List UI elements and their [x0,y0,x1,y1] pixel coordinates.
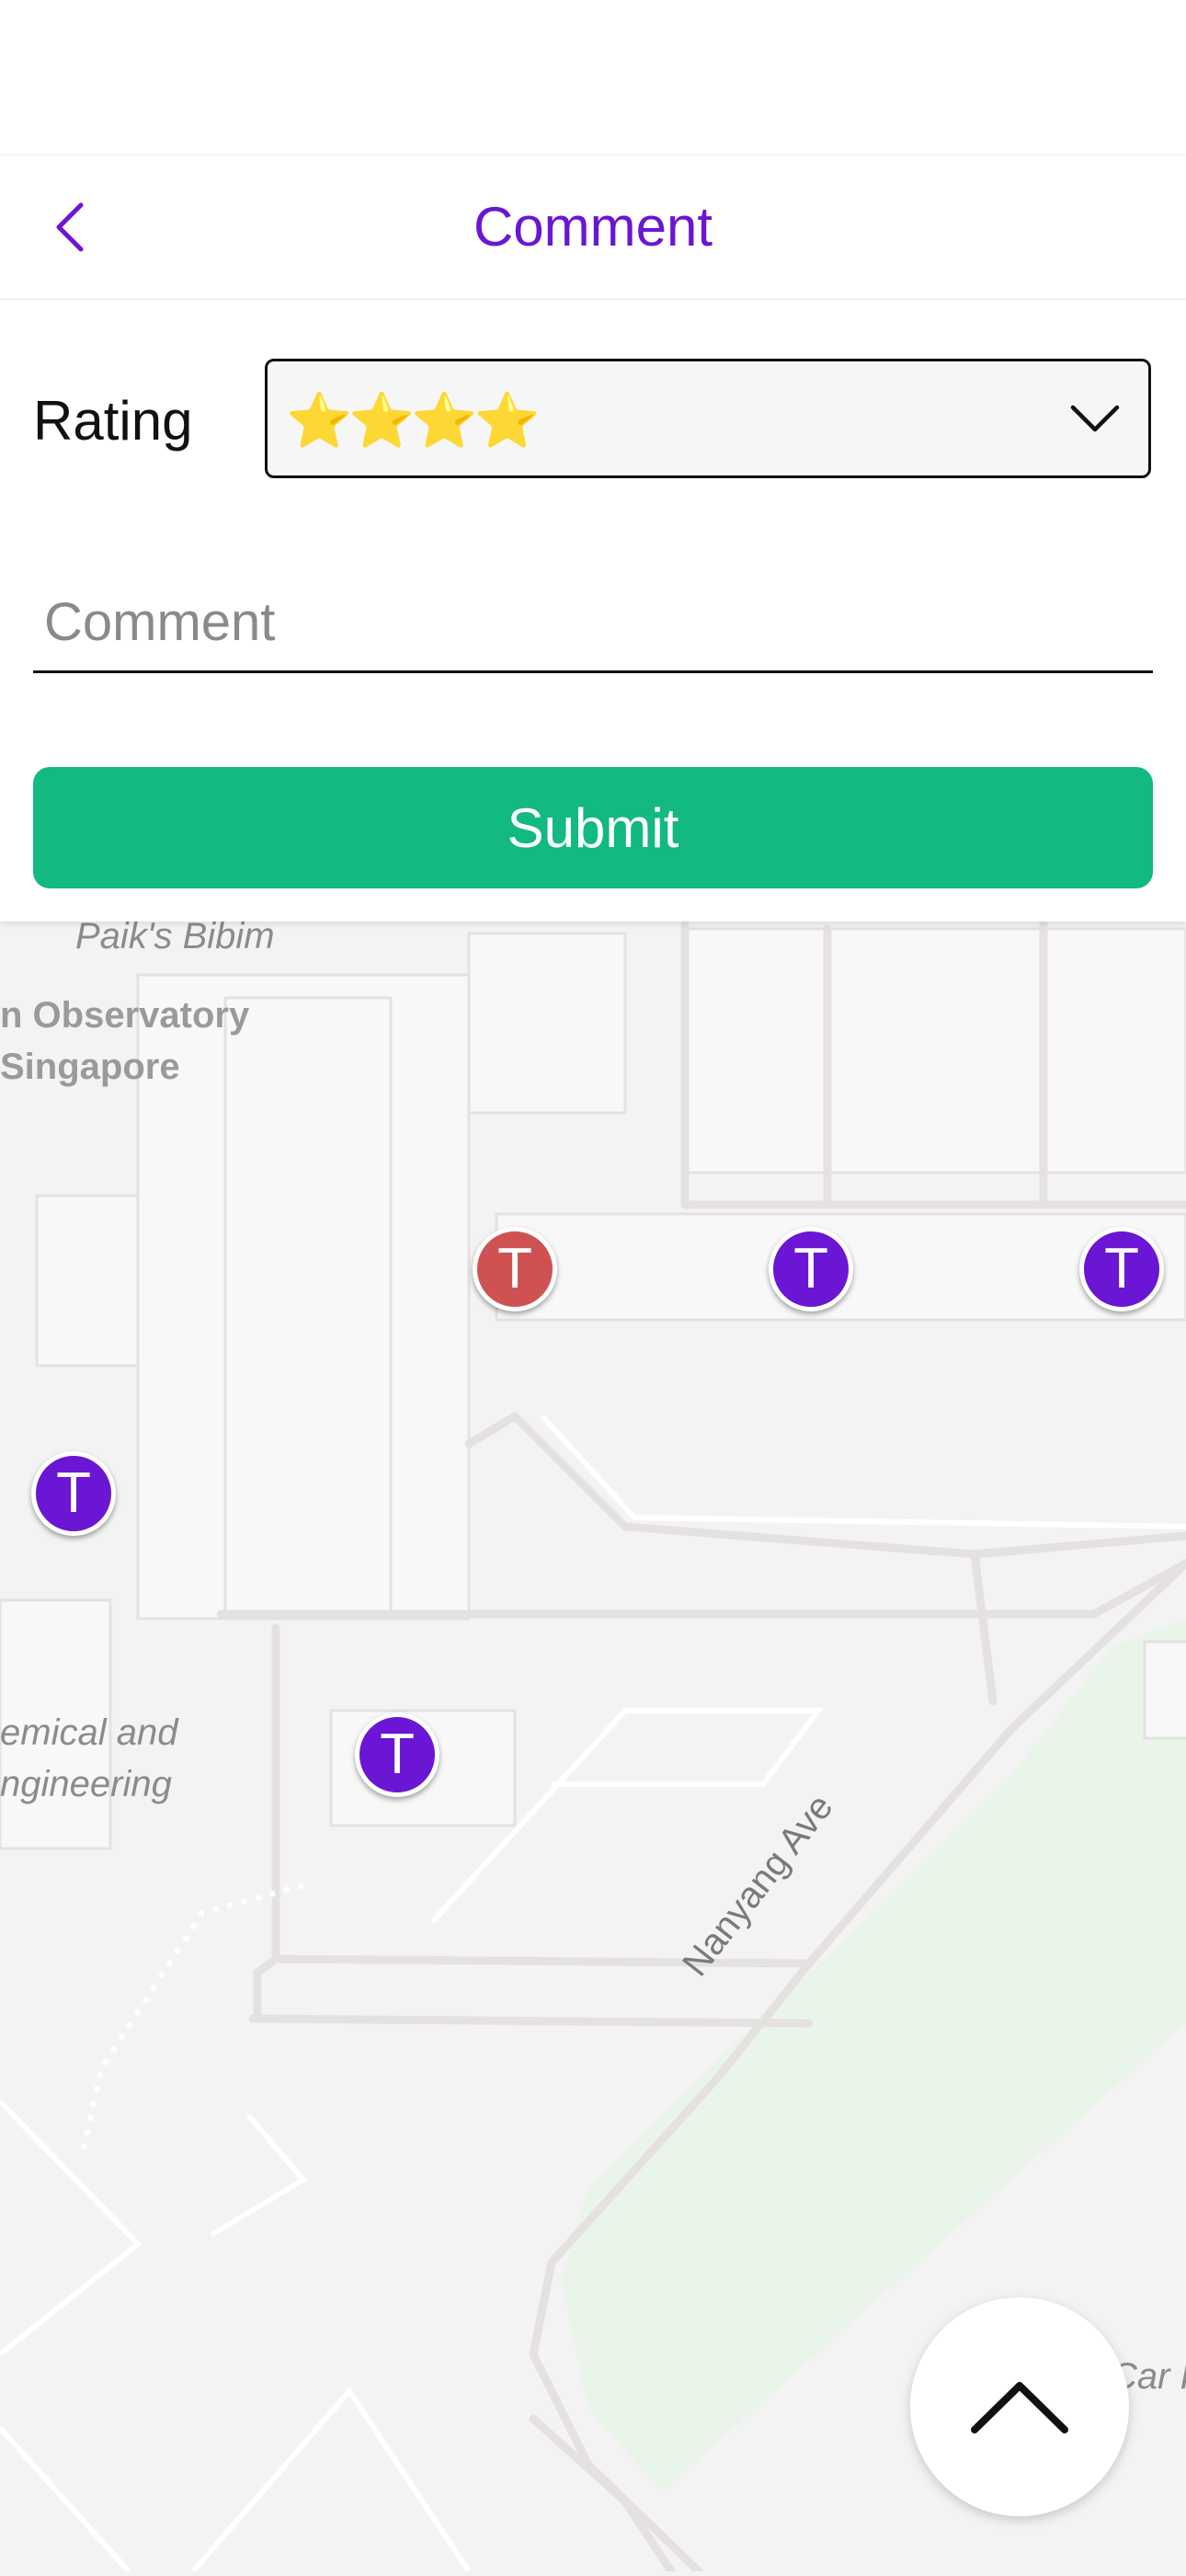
rating-select[interactable]: ⭐⭐⭐⭐ [265,359,1151,478]
map-marker-t[interactable]: T [355,1712,439,1797]
map-label: Singapore [0,1047,180,1087]
chevron-left-icon [56,202,84,252]
map-marker-t[interactable]: T [1079,1227,1164,1311]
chevron-up-icon [971,2382,1068,2433]
map-marker-t[interactable]: T [31,1451,116,1536]
page-title: Comment [473,196,713,258]
comment-form: Rating ⭐⭐⭐⭐ Submit [0,300,1186,922]
map-label: Paik's Bibim [75,916,275,956]
submit-button[interactable]: Submit [33,767,1153,888]
scroll-up-button[interactable] [910,2297,1129,2516]
status-bar [0,0,1186,155]
map-marker-t[interactable]: T [473,1227,557,1311]
header-bar: Comment [0,155,1186,301]
map-label: ngineering [0,1764,172,1804]
back-button[interactable] [40,192,99,262]
map-label: emical and [0,1712,178,1753]
comment-input[interactable] [33,574,1153,673]
map-label: n Observatory [0,995,250,1036]
rating-stars: ⭐⭐⭐⭐ [286,391,541,451]
rating-label: Rating [33,390,193,452]
map-marker-t[interactable]: T [769,1227,853,1311]
chevron-down-icon [1070,405,1120,432]
